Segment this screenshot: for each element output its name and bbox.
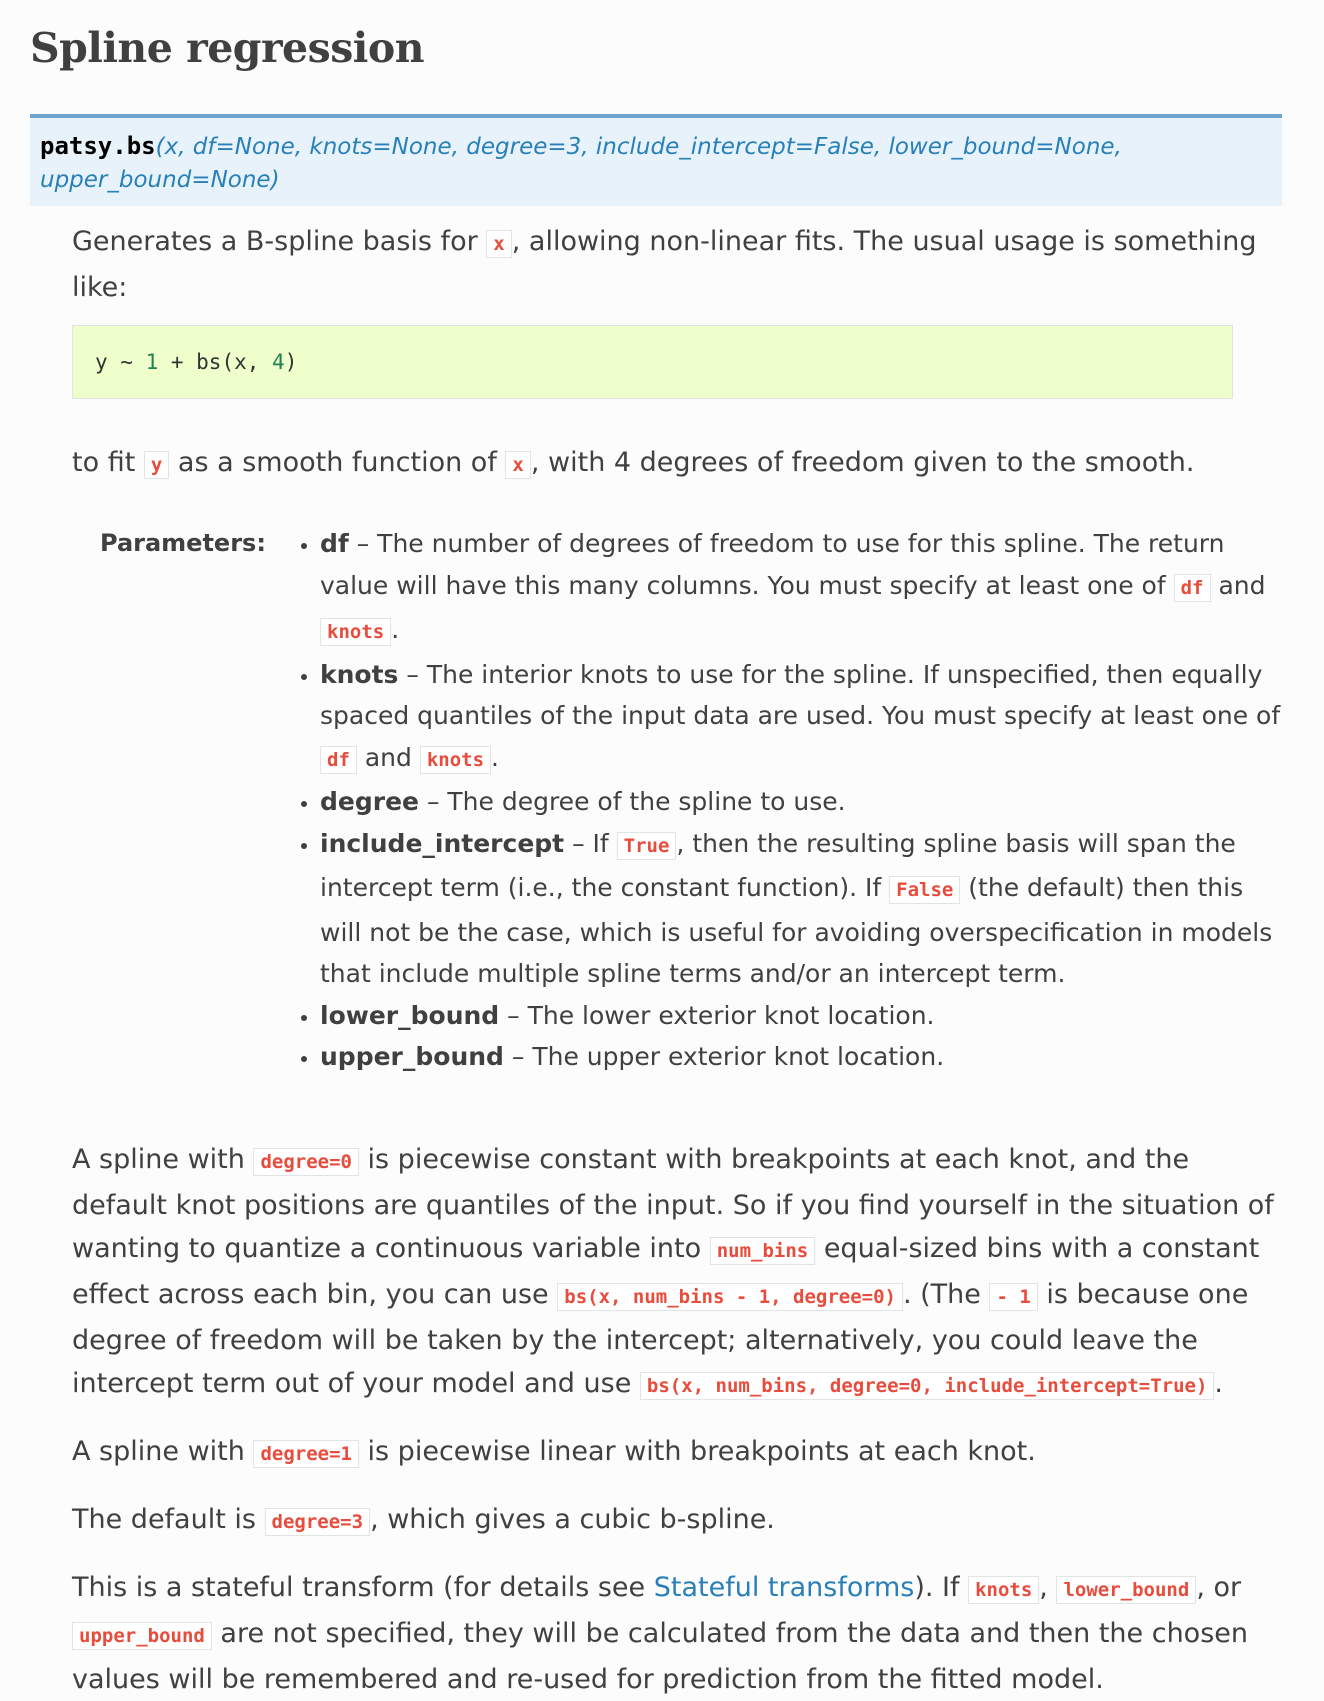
inline-code: knots — [419, 745, 492, 774]
parameters-list-container: df – The number of degrees of freedom to… — [290, 523, 1284, 1078]
inline-code: x — [486, 230, 512, 258]
inline-code: y — [143, 451, 170, 479]
parameters-section: Parameters: df – The number of degrees o… — [100, 523, 1284, 1078]
stateful-paragraph: This is a stateful transform (for detail… — [72, 1571, 1248, 1695]
parameters-list: df – The number of degrees of freedom to… — [290, 523, 1284, 1078]
degree1-paragraph: A spline with degree=1 is piecewise line… — [72, 1435, 1036, 1468]
function-signature: patsy.bs(x, df=None, knots=None, degree=… — [30, 114, 1282, 206]
inline-code: True — [616, 831, 677, 860]
inline-code: bs(x, num_bins, degree=0, include_interc… — [639, 1371, 1215, 1400]
param-df: df – The number of degrees of freedom to… — [320, 523, 1284, 654]
param-knots: knots – The interior knots to use for th… — [320, 654, 1284, 782]
param-upper-bound: upper_bound – The upper exterior knot lo… — [320, 1036, 1284, 1078]
page-title: Spline regression — [30, 24, 425, 72]
code-example: y ~ 1 + bs(x, 4) — [72, 325, 1233, 399]
inline-code: bs(x, num_bins - 1, degree=0) — [557, 1282, 903, 1311]
inline-code: df — [1173, 573, 1211, 602]
function-description: Generates a B-spline basis for x, allowi… — [30, 220, 1324, 1701]
inline-code: lower_bound — [1056, 1575, 1197, 1604]
stateful-transforms-link[interactable]: Stateful transforms — [654, 1572, 915, 1603]
inline-code: df — [320, 745, 357, 774]
param-degree: degree – The degree of the spline to use… — [320, 781, 1284, 823]
inline-code: knots — [320, 618, 392, 646]
inline-code: False — [889, 876, 961, 904]
fit-paragraph: to fit y as a smooth function of x, with… — [72, 447, 1195, 479]
inline-code: degree=0 — [253, 1147, 359, 1176]
document-page: Spline regression patsy.bs(x, df=None, k… — [0, 0, 1324, 1695]
inline-code: upper_bound — [72, 1621, 212, 1650]
inline-code: degree=3 — [264, 1507, 371, 1536]
param-lower-bound: lower_bound – The lower exterior knot lo… — [320, 995, 1284, 1037]
intro-paragraph: Generates a B-spline basis for x, allowi… — [72, 226, 1257, 303]
inline-code: degree=1 — [253, 1439, 359, 1468]
function-name: patsy.bs — [40, 132, 156, 160]
function-params: (x, df=None, knots=None, degree=3, inclu… — [40, 134, 1122, 193]
inline-code: - 1 — [989, 1282, 1038, 1311]
param-include-intercept: include_intercept – If True, then the re… — [320, 823, 1284, 995]
default-degree-paragraph: The default is degree=3, which gives a c… — [72, 1503, 775, 1536]
parameters-label: Parameters: — [100, 529, 266, 557]
inline-code: knots — [968, 1575, 1040, 1604]
inline-code: num_bins — [709, 1236, 816, 1265]
inline-code: x — [505, 451, 531, 479]
degree0-paragraph: A spline with degree=0 is piecewise cons… — [72, 1143, 1274, 1400]
